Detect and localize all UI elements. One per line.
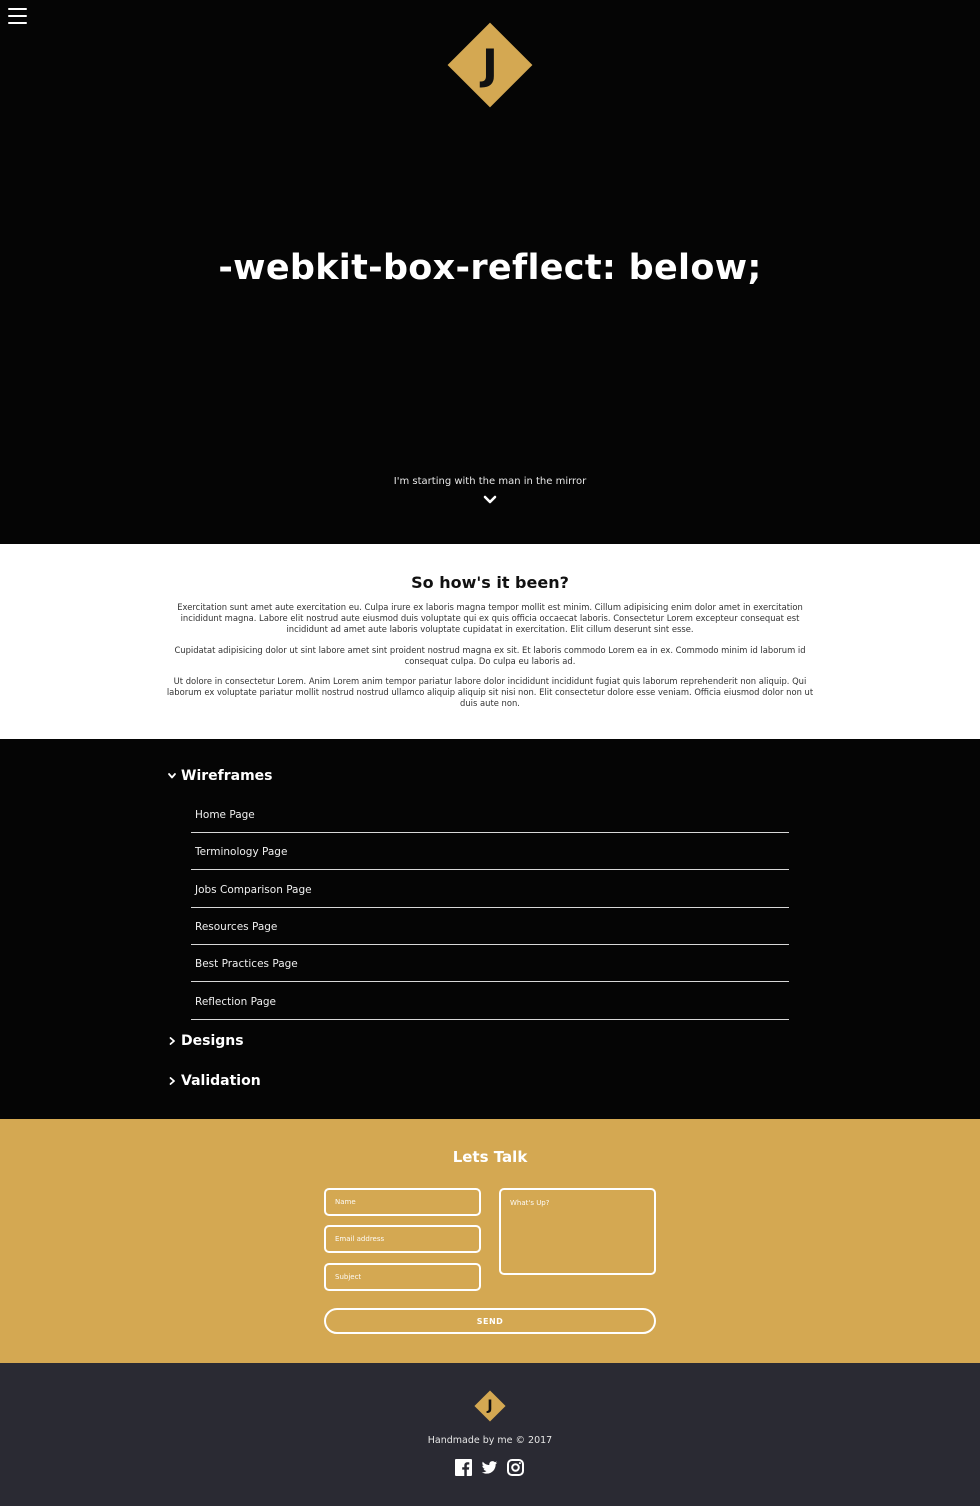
accordion-item-jobs-comparison-page[interactable]: Jobs Comparison Page: [191, 871, 789, 908]
contact-section: Lets Talk SEND: [0, 1119, 980, 1363]
accordion-item-label: Resources Page: [195, 921, 278, 933]
about-paragraph: Cupidatat adipisicing dolor ut sint labo…: [174, 645, 806, 666]
hero-title: -webkit-box-reflect: below;: [218, 248, 762, 288]
accordion-item-terminology-page[interactable]: Terminology Page: [191, 833, 789, 870]
footer-logo[interactable]: J: [474, 1390, 506, 1422]
chevron-right-icon: [169, 1077, 175, 1085]
accordion-item-reflection-page[interactable]: Reflection Page: [191, 983, 789, 1020]
facebook-icon[interactable]: [455, 1459, 472, 1476]
site-footer: J Handmade by me © 2017: [0, 1363, 980, 1506]
about-section: So how's it been? Exercitation sunt amet…: [0, 544, 980, 739]
accordion-header-label: Designs: [181, 1033, 244, 1049]
hero-section: J -webkit-box-reflect: below; I'm starti…: [0, 0, 980, 544]
email-field[interactable]: [324, 1225, 481, 1253]
chevron-right-icon: [169, 1037, 175, 1045]
projects-accordion: Wireframes Home Page Terminology Page Jo…: [0, 739, 980, 1119]
subject-field[interactable]: [324, 1263, 481, 1291]
hero-subtitle: I'm starting with the man in the mirror: [393, 476, 587, 487]
chevron-down-icon[interactable]: [483, 494, 497, 506]
logo-letter: J: [482, 40, 498, 89]
footer-credit: Handmade by me © 2017: [427, 1435, 553, 1446]
accordion-header-wireframes[interactable]: Wireframes: [167, 766, 273, 786]
accordion-header-label: Wireframes: [181, 768, 273, 784]
accordion-item-label: Jobs Comparison Page: [195, 884, 312, 896]
hamburger-menu-icon[interactable]: [8, 7, 27, 25]
name-field[interactable]: [324, 1188, 481, 1216]
accordion-item-label: Best Practices Page: [195, 958, 298, 970]
about-heading: So how's it been?: [411, 573, 569, 592]
accordion-header-label: Validation: [181, 1073, 261, 1089]
accordion-item-resources-page[interactable]: Resources Page: [191, 908, 789, 945]
instagram-icon[interactable]: [507, 1459, 524, 1476]
accordion-item-home-page[interactable]: Home Page: [191, 796, 789, 833]
accordion-header-designs[interactable]: Designs: [167, 1031, 244, 1051]
message-field[interactable]: [499, 1188, 656, 1275]
send-button[interactable]: SEND: [324, 1308, 656, 1334]
site-logo[interactable]: J: [447, 22, 533, 108]
footer-logo-letter: J: [487, 1398, 493, 1414]
chevron-down-icon: [168, 773, 176, 779]
about-paragraph: Exercitation sunt amet aute exercitation…: [177, 602, 803, 634]
accordion-item-label: Reflection Page: [195, 996, 277, 1008]
accordion-item-label: Home Page: [195, 809, 255, 821]
contact-heading: Lets Talk: [452, 1148, 528, 1166]
accordion-item-label: Terminology Page: [195, 846, 288, 858]
accordion-header-validation[interactable]: Validation: [167, 1071, 261, 1091]
about-paragraph: Ut dolore in consectetur Lorem. Anim Lor…: [166, 676, 814, 708]
twitter-icon[interactable]: [481, 1459, 498, 1476]
accordion-item-best-practices-page[interactable]: Best Practices Page: [191, 945, 789, 982]
